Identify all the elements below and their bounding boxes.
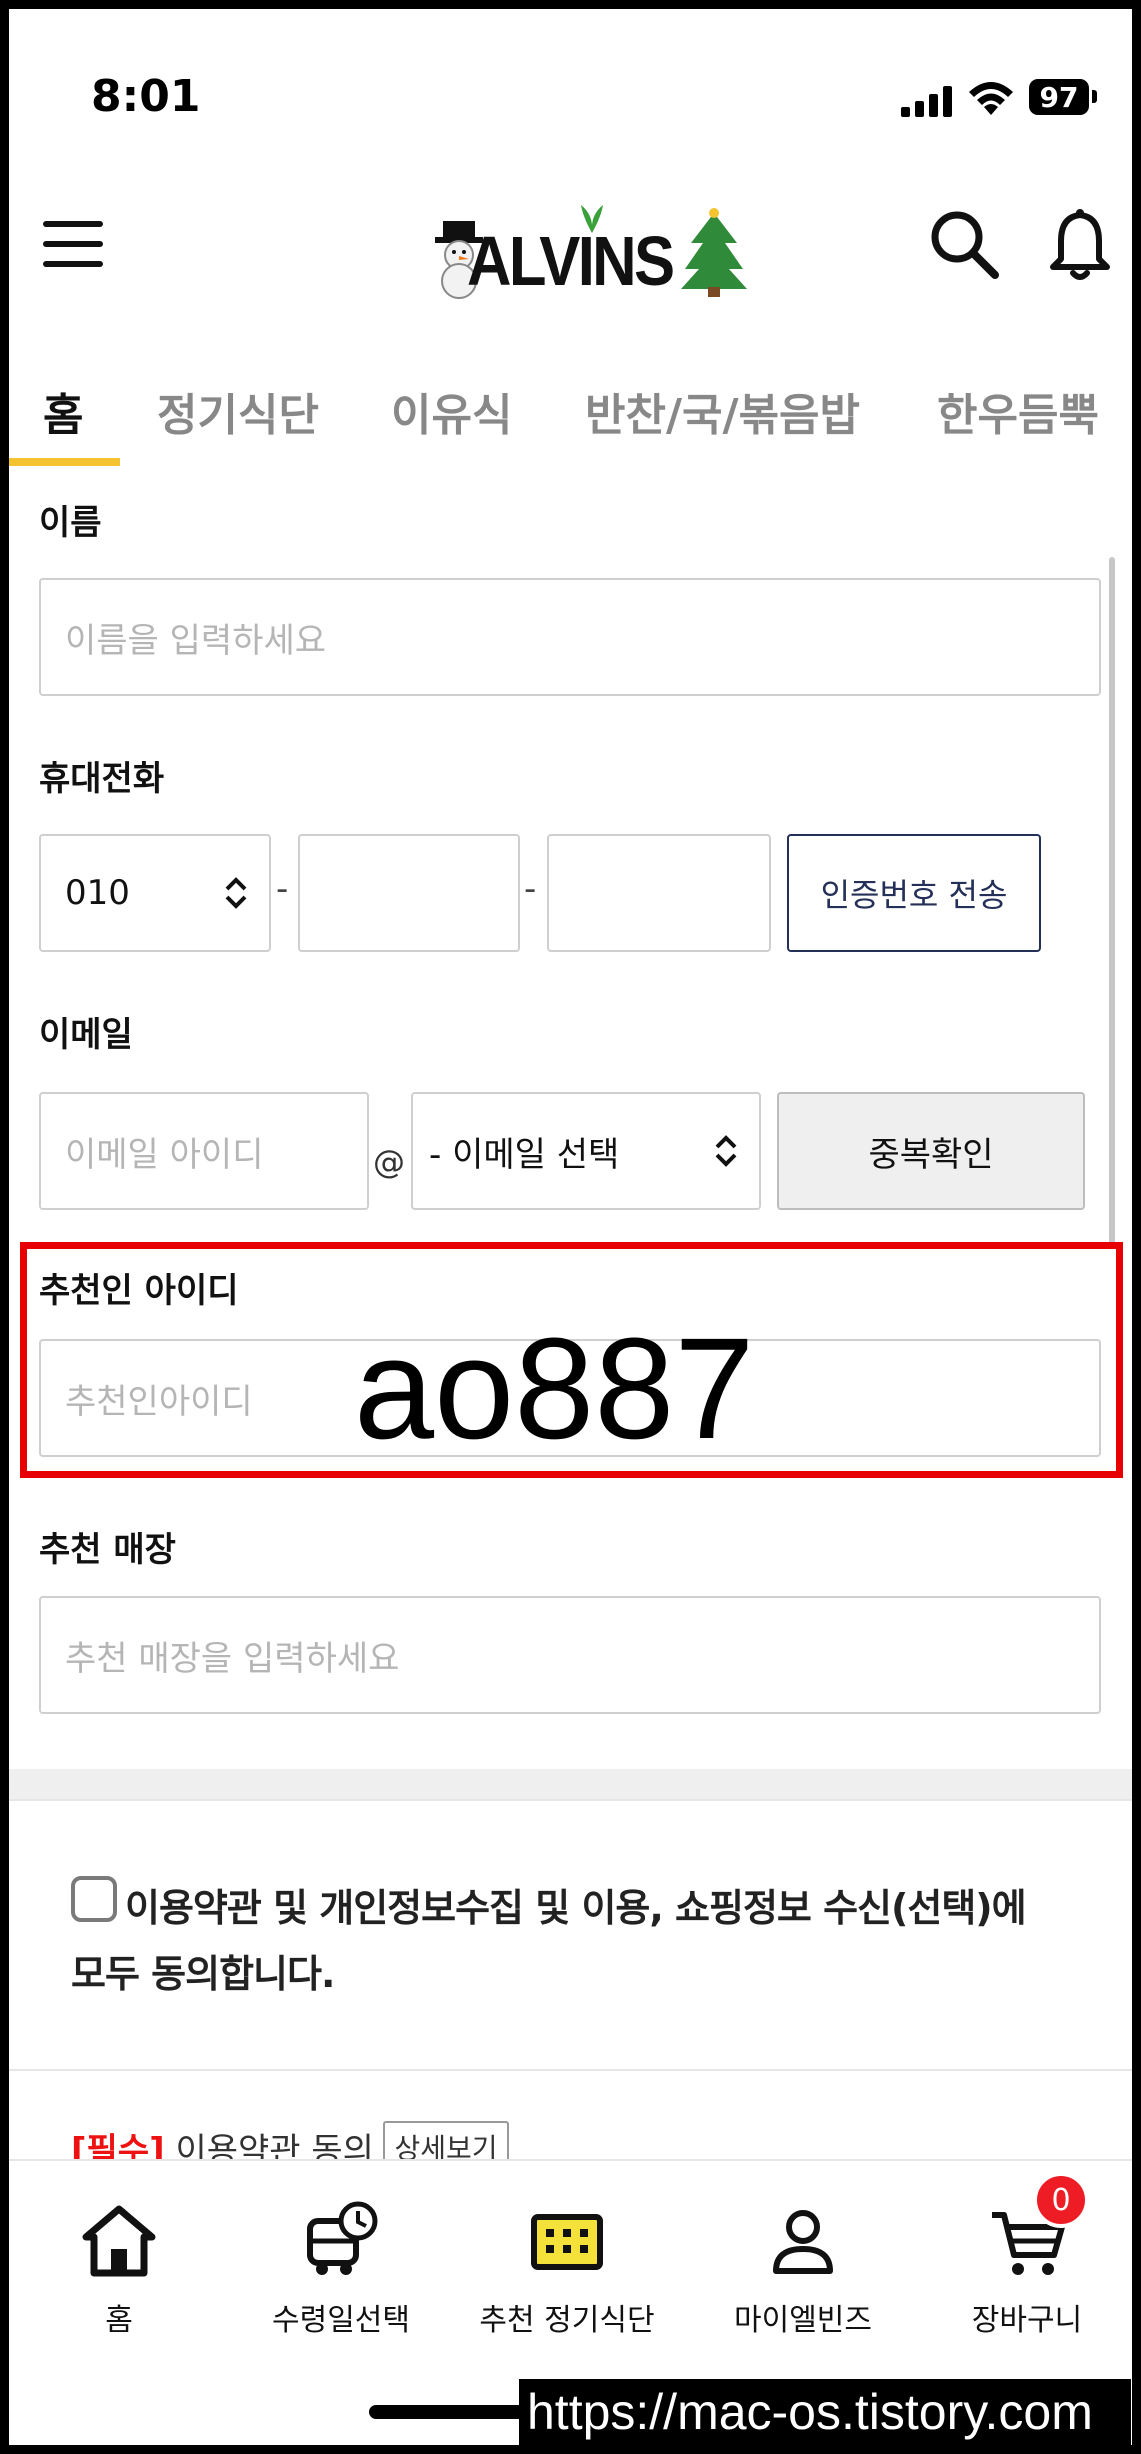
section-divider (9, 1769, 1132, 1799)
store-label: 추천 매장 (39, 1530, 176, 1570)
scrollbar[interactable] (1109, 557, 1115, 1247)
name-input[interactable]: 이름을 입력하세요 (39, 578, 1101, 696)
nav-my-page[interactable]: 마이엘빈즈 (703, 2201, 903, 2339)
phone-screen: 8:01 97 ALVINS 홈 정기식단 이유식 반찬/국/볶음밥 한우듬뿍 … (9, 9, 1132, 2445)
user-icon (773, 2210, 833, 2274)
email-id-input[interactable]: 이메일 아이디 (39, 1092, 369, 1210)
tab-regular-meal[interactable]: 정기식단 (157, 379, 319, 443)
logo-text: ALVINS (467, 222, 675, 300)
nav-cart-label: 장바구니 (971, 2303, 1083, 2338)
status-time: 8:01 (91, 71, 201, 122)
select-arrows-icon (715, 1135, 737, 1167)
carrot-leaf-icon (581, 205, 603, 233)
calendar-icon (531, 2214, 603, 2270)
phone-label: 휴대전화 (39, 759, 165, 799)
nav-home-label: 홈 (105, 2303, 133, 2338)
phone-prefix-value: 010 (65, 873, 130, 913)
agree-all-text[interactable]: 이용약관 및 개인정보수집 및 이용, 쇼핑정보 수신(선택)에 모두 동의합니… (71, 1875, 1071, 2007)
cart-count-badge: 0 (1033, 2172, 1089, 2228)
nav-pickup-date[interactable]: 수령일선택 (241, 2201, 441, 2339)
email-domain-select[interactable]: - 이메일 선택 (411, 1092, 761, 1210)
name-label: 이름 (39, 503, 102, 543)
brand-logo[interactable]: ALVINS (429, 199, 749, 300)
search-icon[interactable] (929, 209, 1001, 281)
phone-separator: - (524, 869, 537, 909)
nav-cart[interactable]: 장바구니 (927, 2201, 1127, 2339)
phone-prefix-select[interactable]: 010 (39, 834, 271, 952)
tab-side-dishes[interactable]: 반찬/국/볶음밥 (585, 379, 860, 443)
phone-separator: - (276, 869, 289, 909)
bell-icon[interactable] (1049, 207, 1111, 283)
phone-last-input[interactable] (547, 834, 771, 952)
tab-baby-food[interactable]: 이유식 (391, 379, 512, 443)
delivery-truck-clock-icon (307, 2201, 378, 2275)
phone-middle-input[interactable] (298, 834, 520, 952)
nav-home[interactable]: 홈 (19, 2201, 219, 2339)
select-arrows-icon (225, 877, 247, 909)
duplicate-check-button[interactable]: 중복확인 (777, 1092, 1085, 1210)
tab-hanwoo[interactable]: 한우듬뿍 (937, 379, 1099, 443)
home-icon (82, 2205, 156, 2277)
battery-tip (1092, 90, 1097, 103)
christmas-tree-icon (681, 208, 747, 297)
wifi-icon (969, 82, 1013, 115)
referrer-annotation: ao887 (354, 1308, 755, 1469)
nav-my-page-label: 마이엘빈즈 (734, 2303, 872, 2338)
battery-indicator: 97 (1029, 79, 1089, 115)
send-verification-button[interactable]: 인증번호 전송 (787, 834, 1041, 952)
nav-recommended-meal-label: 추천 정기식단 (479, 2303, 655, 2338)
cellular-signal-icon (901, 85, 953, 117)
email-label: 이메일 (39, 1015, 133, 1055)
tab-home[interactable]: 홈 (43, 379, 83, 443)
nav-recommended-meal[interactable]: 추천 정기식단 (467, 2201, 667, 2339)
active-tab-indicator (9, 458, 120, 466)
email-at-sign: @ (373, 1143, 405, 1181)
menu-icon[interactable] (43, 221, 103, 267)
watermark: https://mac-os.tistory.com (519, 2379, 1131, 2445)
category-tabs: 홈 정기식단 이유식 반찬/국/볶음밥 한우듬뿍 (9, 369, 1132, 469)
email-domain-value: - 이메일 선택 (429, 1134, 620, 1175)
nav-pickup-date-label: 수령일선택 (272, 2303, 410, 2338)
store-input[interactable]: 추천 매장을 입력하세요 (39, 1596, 1101, 1714)
